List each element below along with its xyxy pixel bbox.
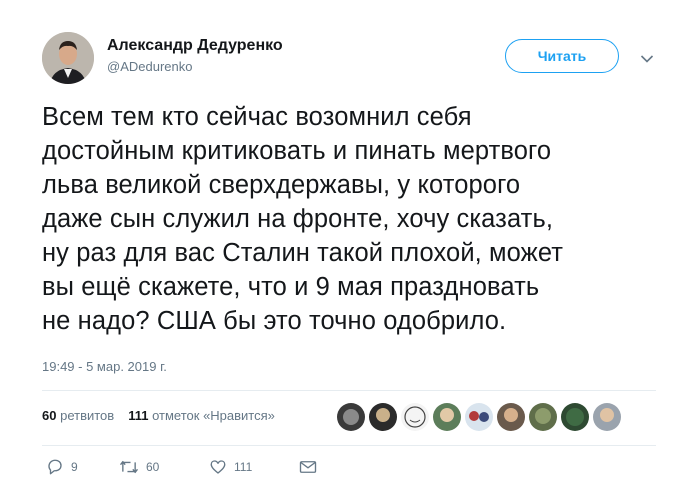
divider <box>42 390 656 391</box>
liker-avatar[interactable] <box>561 403 589 431</box>
liker-avatar[interactable] <box>497 403 525 431</box>
divider <box>42 445 656 446</box>
author-handle[interactable]: @ADedurenko <box>107 59 192 74</box>
tweet-timestamp[interactable]: 19:49 - 5 мар. 2019 г. <box>42 359 167 374</box>
liker-avatar[interactable] <box>401 403 429 431</box>
retweets-count: 60 <box>42 408 57 423</box>
author-name[interactable]: Александр Дедуренко <box>107 37 283 55</box>
reply-button[interactable]: 9 <box>46 458 119 476</box>
tweet-actions: 9 60 111 <box>46 458 317 476</box>
liker-avatar[interactable] <box>433 403 461 431</box>
like-button[interactable]: 111 <box>209 458 299 476</box>
likes-stat[interactable]: 111 отметок «Нравится» <box>128 408 275 423</box>
liker-avatar[interactable] <box>465 403 493 431</box>
reply-count: 9 <box>71 460 78 474</box>
like-count: 111 <box>234 460 253 474</box>
retweet-count: 60 <box>146 460 160 474</box>
tweet-line: не надо? США бы это точно одобрило. <box>42 307 507 335</box>
retweets-label: ретвитов <box>60 408 115 423</box>
liker-avatars <box>337 403 621 431</box>
likes-count: 111 <box>128 408 149 423</box>
retweets-stat[interactable]: 60 ретвитов <box>42 408 114 423</box>
message-icon <box>299 461 317 473</box>
tweet-line: льва великой сверхдержавы, у которого <box>42 171 521 199</box>
tweet-line: даже сын служил на фронте, хочу сказать, <box>42 205 554 233</box>
tweet-line: достойным критиковать и пинать мертвого <box>42 137 552 165</box>
engagement-stats: 60 ретвитов 111 отметок «Нравится» <box>42 408 275 423</box>
chevron-down-icon[interactable] <box>640 51 654 63</box>
follow-button[interactable]: Читать <box>505 39 619 73</box>
retweet-button[interactable]: 60 <box>119 458 209 476</box>
tweet-line: вы ещё скажете, что и 9 мая праздновать <box>42 273 540 301</box>
tweet-text: Всем тем кто сейчас возомнил себя достой… <box>42 100 682 338</box>
tweet-line: ну раз для вас Сталин такой плохой, може… <box>42 239 564 267</box>
author-avatar[interactable] <box>42 32 94 84</box>
liker-avatar[interactable] <box>369 403 397 431</box>
heart-icon <box>210 460 226 474</box>
liker-avatar[interactable] <box>337 403 365 431</box>
tweet-line: Всем тем кто сейчас возомнил себя <box>42 103 472 131</box>
retweet-icon <box>119 460 139 474</box>
reply-icon <box>48 459 62 475</box>
liker-avatar[interactable] <box>593 403 621 431</box>
direct-message-button[interactable] <box>299 459 317 475</box>
liker-avatar[interactable] <box>529 403 557 431</box>
likes-label: отметок «Нравится» <box>152 408 275 423</box>
